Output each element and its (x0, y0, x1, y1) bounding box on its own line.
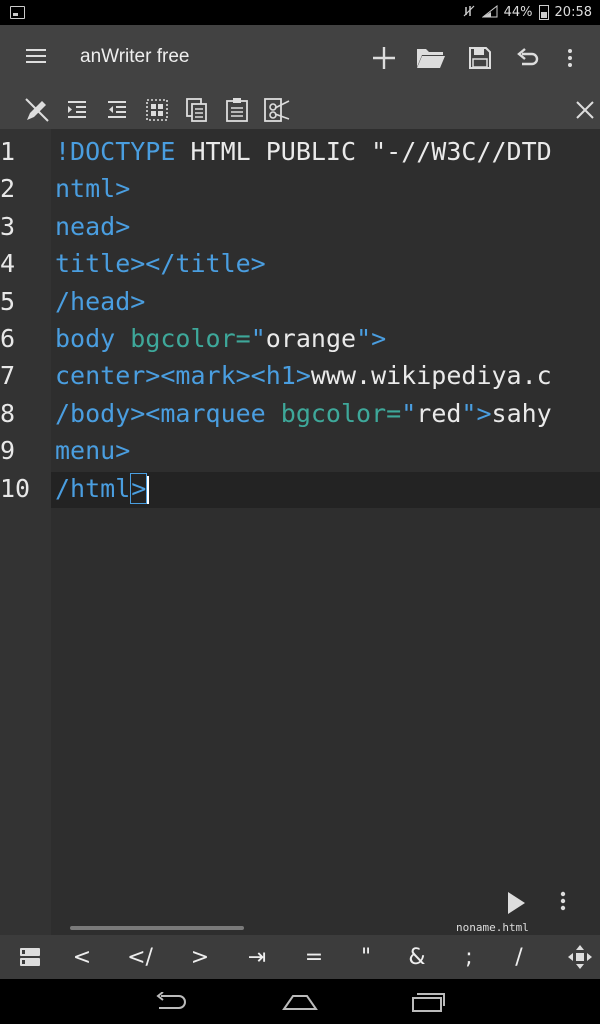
code-line[interactable]: menu> (55, 436, 130, 465)
keyboard-toggle-icon[interactable] (10, 941, 50, 973)
status-right: 44% 20:58 (462, 4, 592, 21)
horizontal-scrollbar[interactable] (70, 926, 244, 930)
line-number: 10 (0, 473, 31, 503)
code-token: nead> (55, 211, 131, 241)
copy-icon[interactable] (182, 95, 212, 125)
symbol-key[interactable]: & (397, 941, 437, 973)
home-icon[interactable] (280, 987, 320, 1017)
code-token: /head> (55, 286, 146, 316)
play-icon[interactable] (505, 890, 533, 920)
save-icon[interactable] (465, 43, 495, 73)
text-caret (147, 475, 150, 504)
code-line[interactable]: body bgcolor="orange"> (55, 324, 386, 353)
symbol-key[interactable]: " (346, 941, 386, 973)
code-token: > (130, 472, 148, 504)
battery-percent: 44% (503, 5, 533, 20)
line-number: 7 (0, 361, 16, 391)
add-icon[interactable] (369, 43, 399, 73)
code-token: bgcolor= (280, 398, 402, 428)
code-token: " (401, 398, 417, 428)
code-line[interactable]: /head> (55, 287, 145, 316)
code-line[interactable]: ntml> (55, 174, 130, 203)
symbol-key[interactable]: ; (449, 941, 489, 973)
symbol-key[interactable]: > (180, 941, 220, 973)
line-number: 4 (0, 249, 16, 279)
screenshot-notification-icon (10, 6, 25, 19)
symbol-key[interactable]: </ (120, 941, 160, 973)
code-line[interactable]: /html> (55, 472, 150, 504)
line-number: 1 (0, 137, 16, 166)
clock: 20:58 (554, 5, 592, 20)
symbol-keybar: < </ > ⇥ = " &; / (0, 935, 600, 979)
code-token: /body><marquee (55, 398, 281, 428)
symbol-key[interactable]: / (499, 941, 539, 973)
status-bar: 44% 20:58 (0, 0, 600, 25)
system-nav-bar (0, 979, 600, 1024)
code-token: red (416, 398, 462, 428)
recents-icon[interactable] (408, 987, 448, 1017)
code-token: HTML PUBLIC "-//W3C//DTD (175, 137, 552, 166)
indent-icon[interactable] (62, 95, 92, 125)
code-token: "> (356, 324, 387, 353)
line-number: 2 (0, 174, 16, 204)
code-token: ntml> (55, 174, 131, 204)
code-token: body (55, 324, 131, 353)
code-token: menu> (55, 436, 131, 466)
code-editor[interactable]: 1 2 3 4 5 6 7 8 9 10 !DOCTYPE HTML PUBLIC "-//W3C… (0, 129, 600, 935)
menu-icon[interactable] (26, 49, 46, 63)
code-line[interactable]: center><mark><h1>www.wikipediya.c (55, 361, 552, 390)
cut-icon[interactable] (262, 95, 292, 125)
line-number: 5 (0, 286, 16, 316)
symbol-key[interactable]: = (294, 941, 334, 973)
mute-icon (462, 4, 476, 21)
paste-icon[interactable] (222, 95, 252, 125)
edit-toolbar (0, 91, 600, 129)
app-bar: anWriter free (0, 25, 600, 91)
code-token: bgcolor= (130, 324, 251, 353)
code-line[interactable]: title></title> (55, 249, 266, 278)
battery-icon (538, 5, 549, 20)
undo-icon[interactable] (513, 43, 543, 73)
code-token: orange (265, 324, 357, 353)
editor-more-icon[interactable] (560, 890, 576, 920)
code-token: sahy (491, 398, 552, 428)
symbol-key[interactable]: ⇥ (237, 941, 277, 973)
open-folder-icon[interactable] (416, 43, 446, 73)
edit-icon[interactable] (22, 95, 52, 125)
symbol-key[interactable]: < (62, 941, 102, 973)
select-all-icon[interactable] (142, 95, 172, 125)
back-icon[interactable] (150, 987, 190, 1017)
code-token: title></title> (55, 249, 266, 279)
code-token: center><mark><h1> (55, 361, 311, 391)
outdent-icon[interactable] (102, 95, 132, 125)
code-line[interactable]: /body><marquee bgcolor="red">sahy (55, 399, 552, 428)
code-token: "> (461, 398, 492, 428)
line-number: 3 (0, 211, 16, 241)
code-token: /html (55, 473, 131, 503)
move-cursor-icon[interactable] (560, 941, 600, 973)
code-line[interactable]: !DOCTYPE HTML PUBLIC "-//W3C//DTD (55, 137, 552, 166)
line-number: 8 (0, 398, 16, 428)
code-token: www.wikipediya.c (310, 361, 552, 391)
signal-icon (481, 4, 498, 21)
code-token: !DOCTYPE (55, 137, 176, 166)
code-token: " (250, 324, 266, 353)
close-icon[interactable] (570, 95, 600, 125)
app-title: anWriter free (80, 46, 190, 67)
filename-label: noname.html (456, 921, 529, 934)
code-line[interactable]: nead> (55, 212, 130, 241)
line-number: 6 (0, 324, 16, 353)
more-vert-icon[interactable] (555, 43, 585, 73)
line-number: 9 (0, 436, 16, 466)
